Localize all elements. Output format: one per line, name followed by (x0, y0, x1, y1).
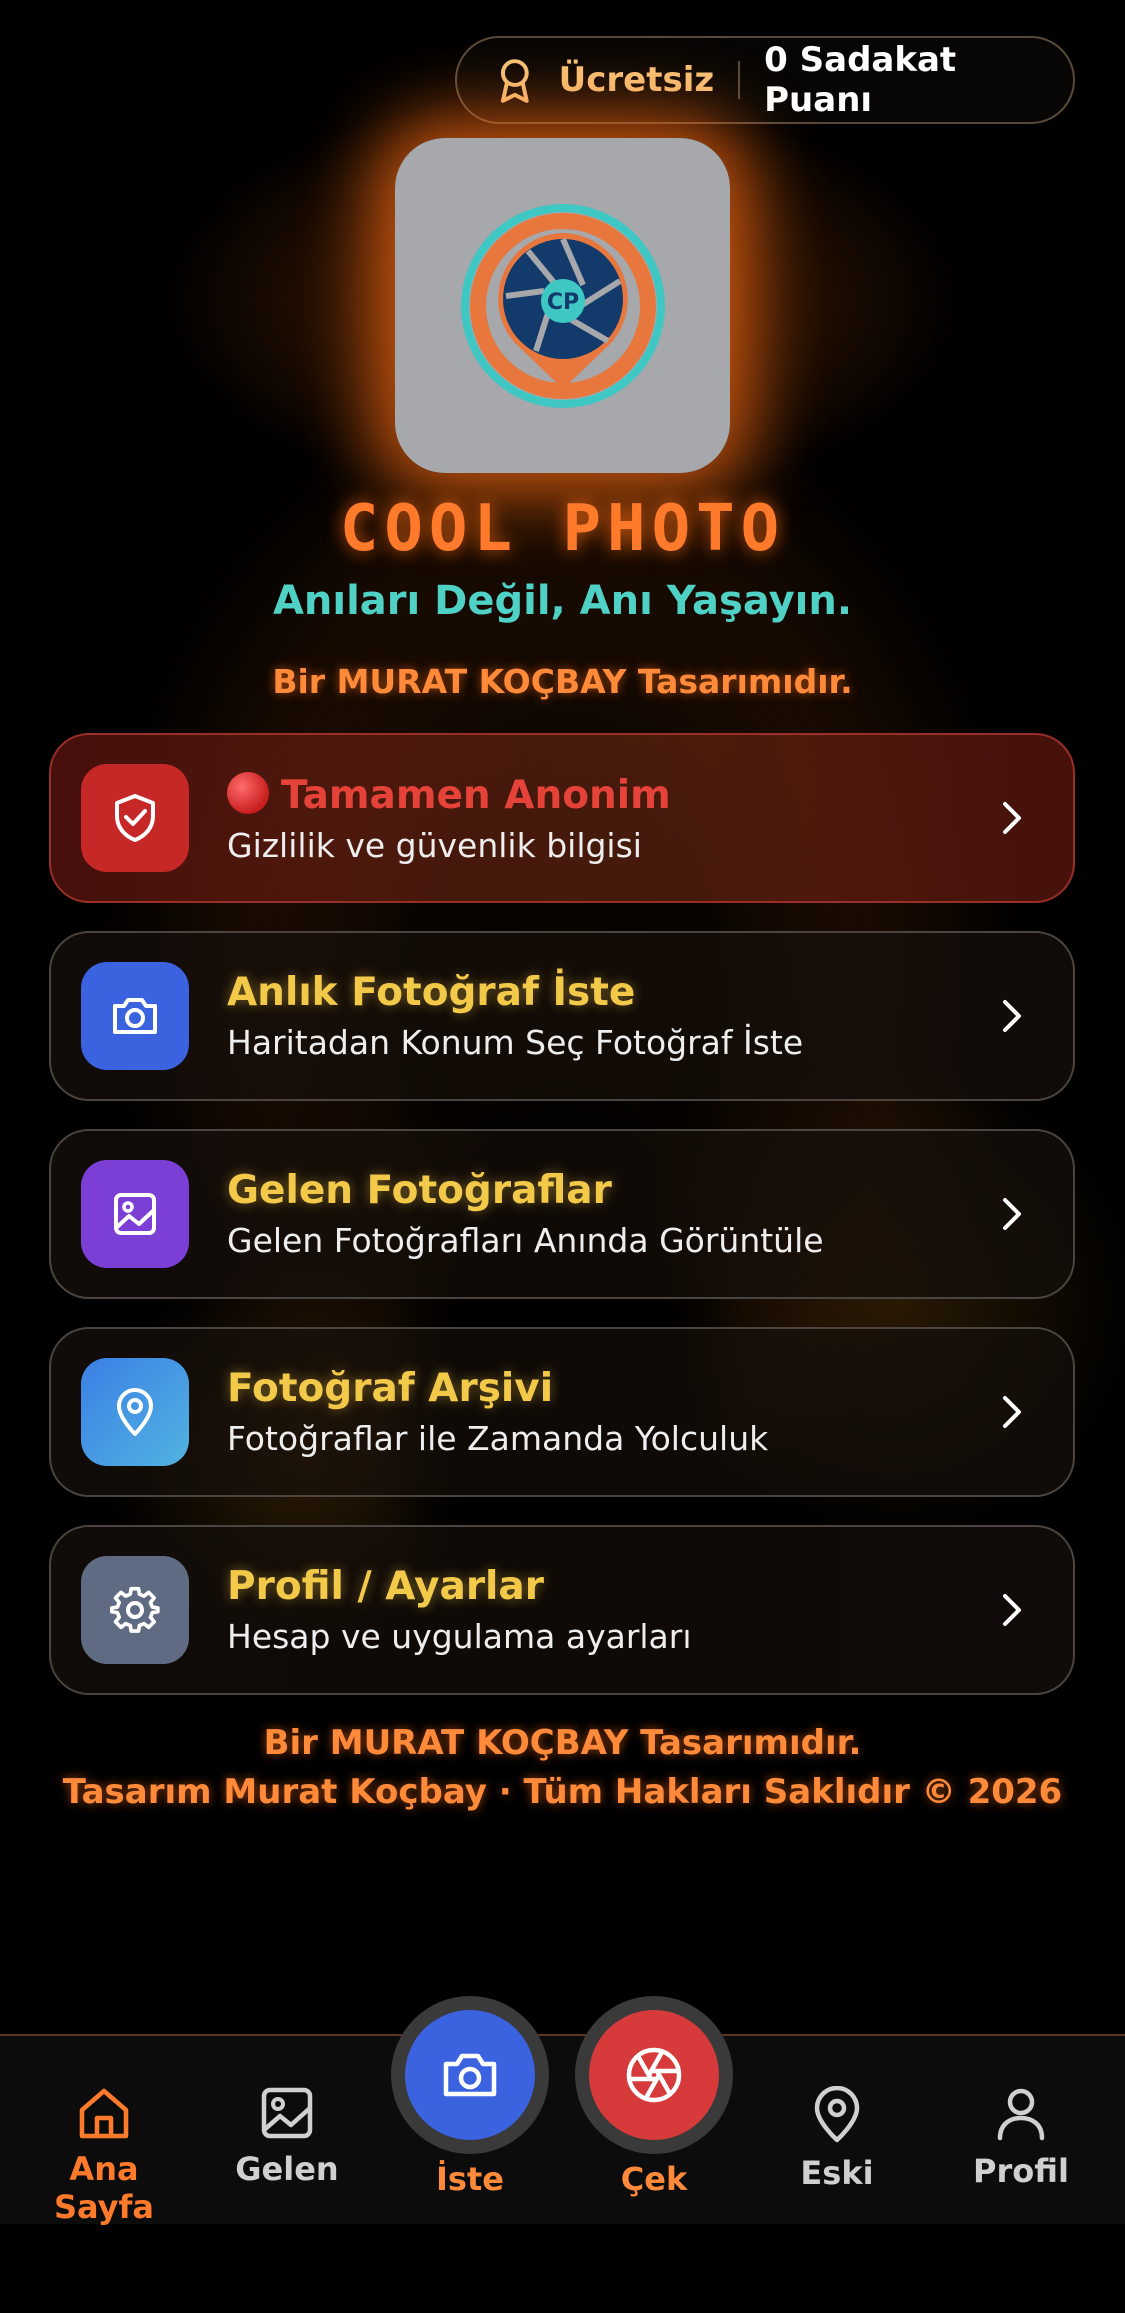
card-title: Gelen Fotoğraflar (227, 1168, 612, 1213)
loyalty-points: 0 Sadakat Puanı (764, 40, 957, 120)
plan-label: Ücretsiz (558, 60, 715, 100)
chevron-right-icon (1003, 1198, 1021, 1230)
card-subtitle: Haritadan Konum Seç Fotoğraf İste (227, 1023, 804, 1062)
user-icon (997, 2088, 1045, 2141)
image-icon (81, 1160, 189, 1268)
chevron-right-icon (1003, 1000, 1021, 1032)
incoming-photos-card[interactable]: Gelen Fotoğraflar Gelen Fotoğrafları Anı… (49, 1129, 1075, 1299)
bottom-navigation: Ana Sayfa Gelen Eski Profil (0, 2034, 1125, 2226)
card-subtitle: Gelen Fotoğrafları Anında Görüntüle (227, 1221, 824, 1260)
nav-home[interactable]: Ana Sayfa (19, 2086, 189, 2226)
chevron-right-icon (1003, 1396, 1021, 1428)
nav-home-label: Ana Sayfa (53, 2150, 155, 2226)
capture-fab-label: Çek (620, 2160, 688, 2198)
card-subtitle: Hesap ve uygulama ayarları (227, 1617, 692, 1656)
app-name: COOL PHOTO (339, 492, 786, 566)
profile-settings-card[interactable]: Profil / Ayarlar Hesap ve uygulama ayarl… (49, 1525, 1075, 1695)
home-icon (79, 2088, 129, 2139)
aperture-icon (626, 2047, 682, 2103)
map-pin-icon (81, 1358, 189, 1466)
camera-icon (81, 962, 189, 1070)
nav-archive-label: Eski (800, 2154, 874, 2192)
designer-credit: Bir MURAT KOÇBAY Tasarımıdır. (272, 662, 853, 701)
app-logo: CP (395, 138, 730, 473)
award-icon (500, 59, 529, 103)
chevron-right-icon (1003, 1594, 1021, 1626)
card-title: Profil / Ayarlar (227, 1564, 544, 1609)
map-pin-icon (814, 2086, 860, 2143)
card-title: Fotoğraf Arşivi (227, 1366, 554, 1411)
request-fab-button[interactable] (391, 1996, 549, 2154)
card-subtitle: Gizlilik ve güvenlik bilgisi (227, 825, 642, 865)
photo-archive-card[interactable]: Fotoğraf Arşivi Fotoğraflar ile Zamanda … (49, 1327, 1075, 1497)
footer-credit: Bir MURAT KOÇBAY Tasarımıdır. (263, 1723, 862, 1763)
footer-copyright: Tasarım Murat Koçbay · Tüm Hakları Saklı… (62, 1772, 1063, 1812)
request-fab-label: İste (436, 2160, 504, 2198)
nav-profile-label: Profil (973, 2152, 1069, 2190)
svg-text:CP: CP (546, 290, 578, 315)
card-title: Tamamen Anonim (281, 772, 671, 818)
card-subtitle: Fotoğraflar ile Zamanda Yolculuk (227, 1419, 769, 1458)
chevron-right-icon (1003, 802, 1021, 834)
nav-incoming[interactable]: Gelen (202, 2086, 372, 2188)
image-icon (261, 2087, 313, 2139)
nav-incoming-label: Gelen (235, 2150, 339, 2188)
badge-divider (738, 61, 741, 99)
nav-archive[interactable]: Eski (752, 2086, 922, 2192)
anonymous-card[interactable]: Tamamen Anonim Gizlilik ve güvenlik bilg… (49, 733, 1075, 903)
red-dot-icon (227, 771, 269, 814)
camera-pin-logo-icon: CP (460, 203, 665, 408)
request-photo-card[interactable]: Anlık Fotoğraf İste Haritadan Konum Seç … (49, 931, 1075, 1101)
card-title: Anlık Fotoğraf İste (227, 970, 636, 1015)
tagline: Anıları Değil, Anı Yaşayın. (272, 578, 853, 624)
camera-icon (443, 2053, 497, 2097)
gear-icon (81, 1556, 189, 1664)
nav-profile[interactable]: Profil (936, 2086, 1106, 2190)
shield-check-icon (81, 764, 189, 872)
loyalty-badge[interactable]: Ücretsiz 0 Sadakat Puanı (455, 36, 1075, 124)
capture-fab-button[interactable] (575, 1996, 733, 2154)
